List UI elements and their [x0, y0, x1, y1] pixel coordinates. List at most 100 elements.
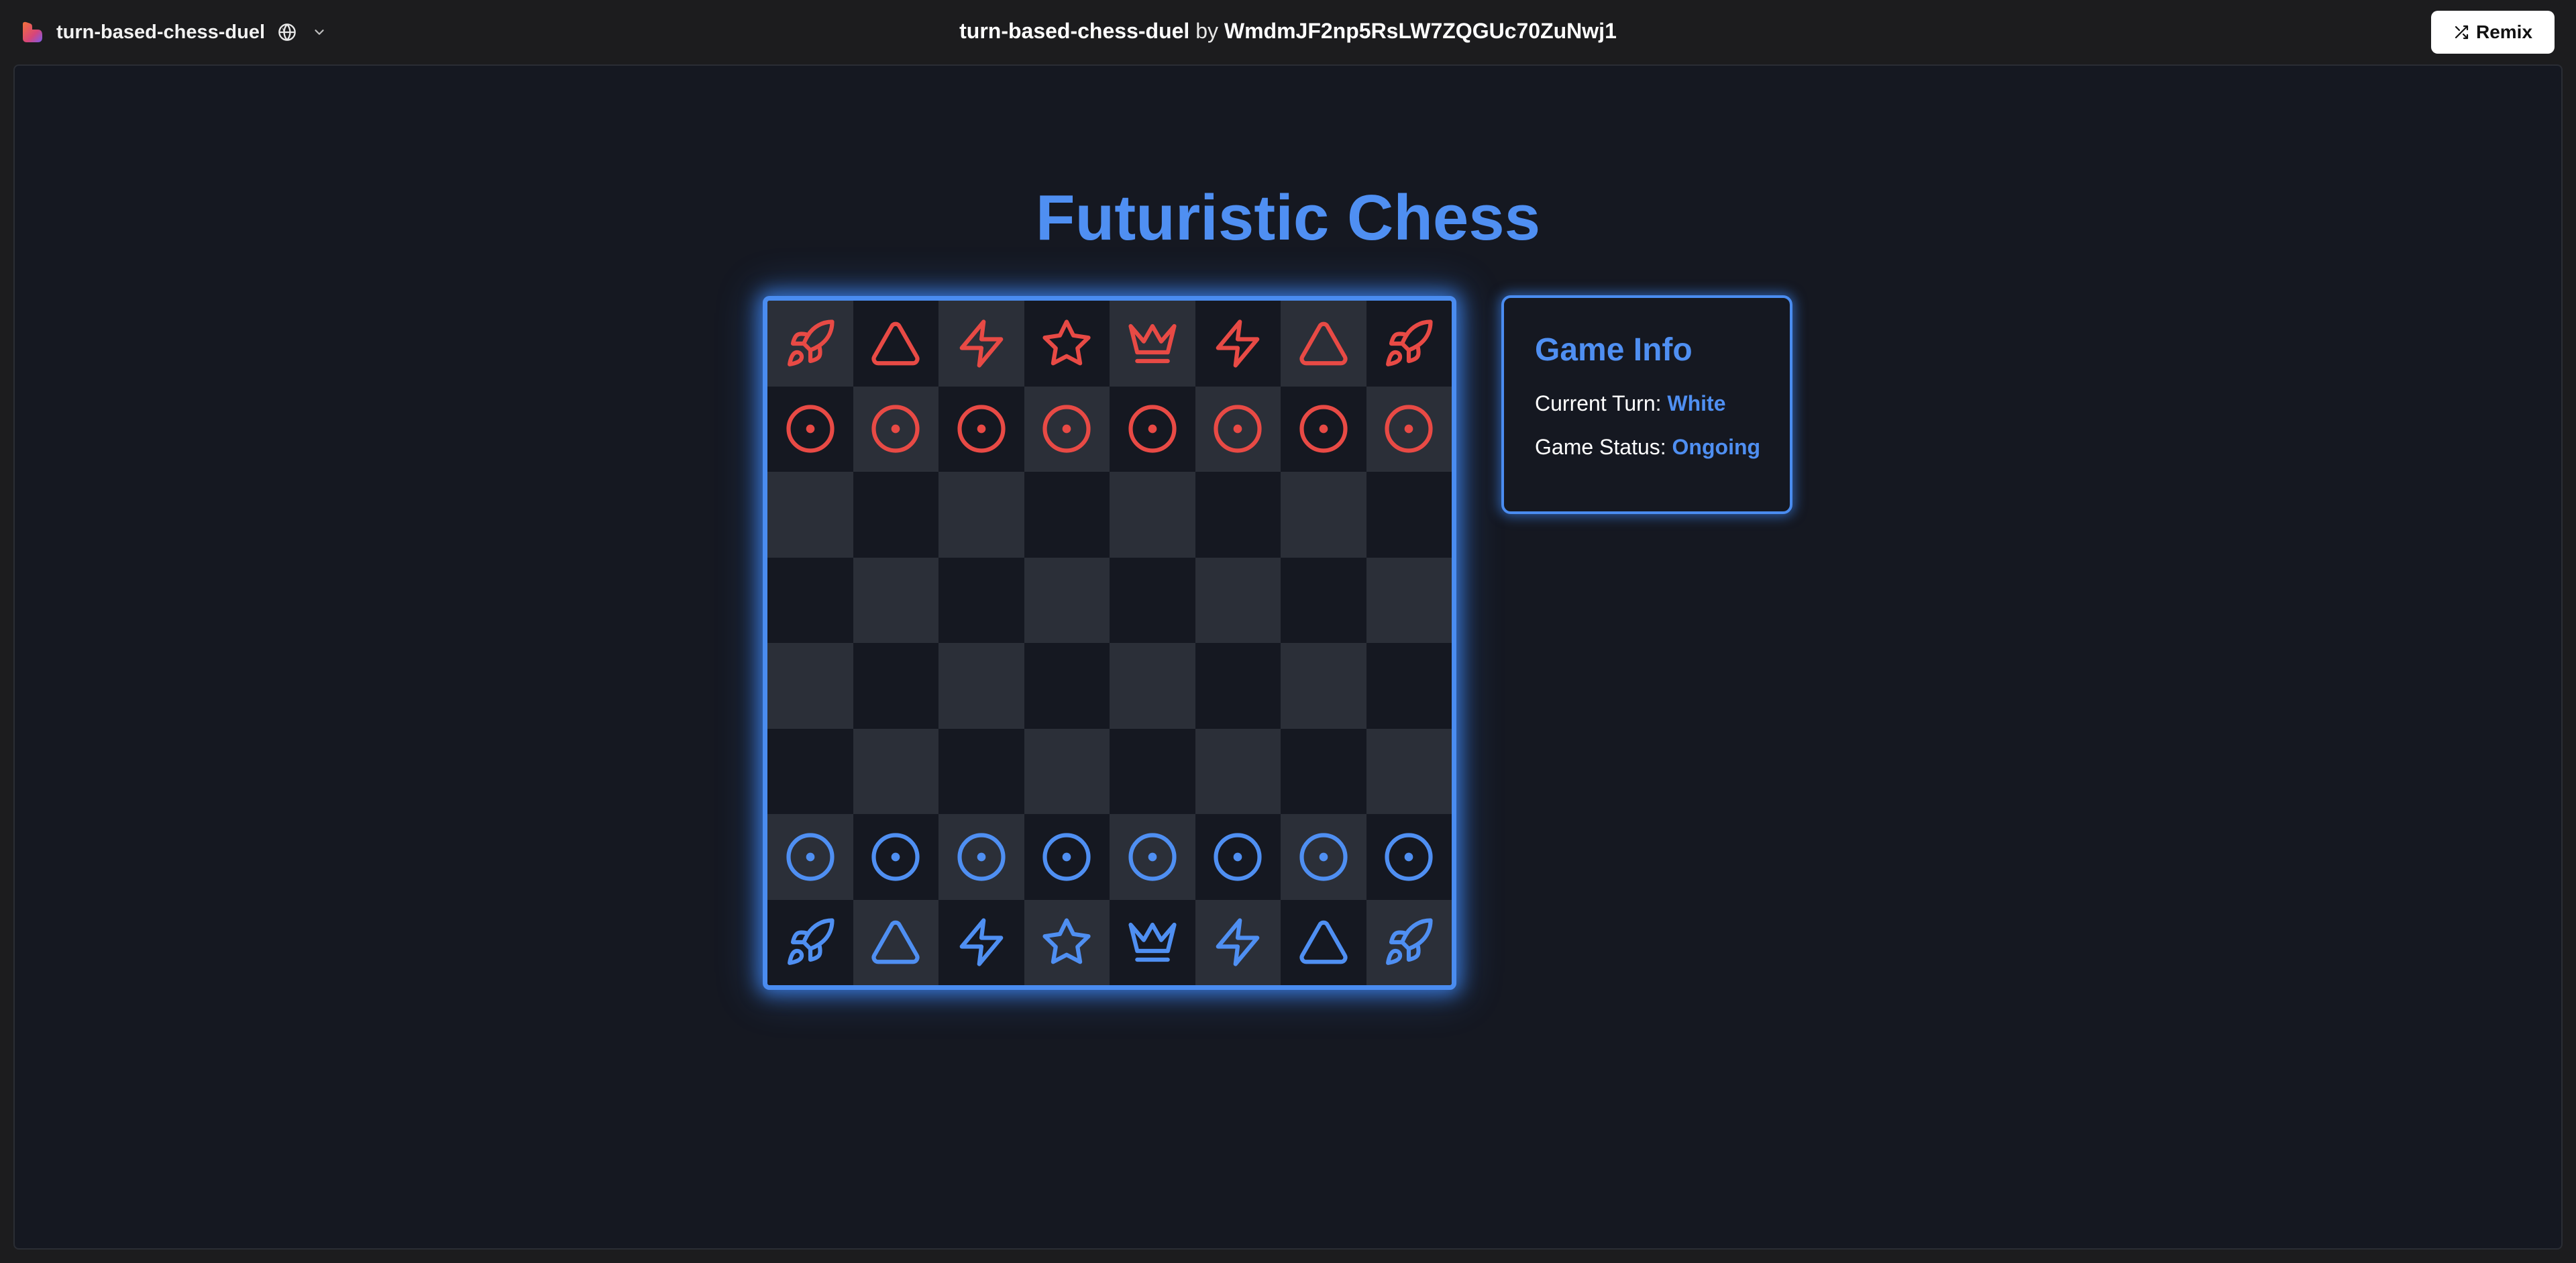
board-square[interactable]	[767, 643, 853, 729]
board-square-zap-red[interactable]	[938, 301, 1024, 387]
pawn-icon	[1214, 405, 1262, 453]
board-square[interactable]	[767, 557, 853, 643]
game-status-label: Game Status:	[1535, 435, 1666, 459]
board-square[interactable]	[767, 472, 853, 558]
board-square-crown-red[interactable]	[1110, 301, 1195, 387]
zap-icon	[1216, 918, 1260, 966]
board-square-pawn-red[interactable]	[1110, 386, 1195, 472]
board-square-pawn-blue[interactable]	[767, 814, 853, 900]
board-square-pawn-blue[interactable]	[1024, 814, 1110, 900]
board-square[interactable]	[1110, 472, 1195, 558]
board-square-pawn-red[interactable]	[853, 386, 938, 472]
board-square-pawn-red[interactable]	[938, 386, 1024, 472]
board-square[interactable]	[853, 557, 938, 643]
triangle-icon	[1299, 321, 1348, 366]
board-square-pawn-red[interactable]	[1366, 386, 1452, 472]
board-square[interactable]	[1281, 643, 1366, 729]
board-square[interactable]	[1110, 643, 1195, 729]
board-square[interactable]	[938, 557, 1024, 643]
board-square-star-red[interactable]	[1024, 301, 1110, 387]
board-square[interactable]	[1366, 728, 1452, 814]
board-square-pawn-red[interactable]	[1195, 386, 1281, 472]
board-square-rocket-red[interactable]	[767, 301, 853, 387]
board-square[interactable]	[938, 472, 1024, 558]
board-square[interactable]	[1024, 728, 1110, 814]
current-turn-value: White	[1667, 391, 1726, 415]
game-info-panel: Game Info Current Turn: White Game Statu…	[1501, 295, 1792, 514]
board-square-triangle-red[interactable]	[1281, 301, 1366, 387]
board-square[interactable]	[1195, 472, 1281, 558]
board-square-pawn-blue[interactable]	[938, 814, 1024, 900]
rocket-icon	[787, 918, 835, 966]
star-icon	[1042, 918, 1091, 964]
pawn-icon	[957, 833, 1006, 881]
board-square-pawn-red[interactable]	[1281, 386, 1366, 472]
board-square[interactable]	[1281, 472, 1366, 558]
board-square-pawn-blue[interactable]	[1366, 814, 1452, 900]
pawn-icon	[871, 833, 920, 881]
board-square-star-blue[interactable]	[1024, 899, 1110, 985]
board-square[interactable]	[938, 643, 1024, 729]
board-square-zap-red[interactable]	[1195, 301, 1281, 387]
board-square-pawn-red[interactable]	[1024, 386, 1110, 472]
shuffle-icon	[2455, 25, 2469, 40]
zap-icon	[1216, 319, 1260, 368]
board-square[interactable]	[1110, 557, 1195, 643]
board-square[interactable]	[1366, 472, 1452, 558]
board-square[interactable]	[1281, 557, 1366, 643]
remix-label: Remix	[2475, 21, 2533, 42]
triangle-icon	[871, 321, 920, 366]
pawn-icon	[1128, 405, 1177, 453]
board-square[interactable]	[1024, 472, 1110, 558]
board-square[interactable]	[767, 728, 853, 814]
pawn-icon	[1042, 405, 1091, 453]
board-square-rocket-red[interactable]	[1366, 301, 1452, 387]
pawn-icon	[1128, 833, 1177, 881]
board-square-pawn-blue[interactable]	[853, 814, 938, 900]
board-square-triangle-red[interactable]	[853, 301, 938, 387]
pawn-icon	[957, 405, 1006, 453]
board-square-zap-blue[interactable]	[1195, 899, 1281, 985]
board-square-rocket-blue[interactable]	[767, 899, 853, 985]
board-square-pawn-red[interactable]	[767, 386, 853, 472]
board-square[interactable]	[853, 472, 938, 558]
pawn-icon	[786, 405, 835, 453]
board-square-zap-blue[interactable]	[938, 899, 1024, 985]
board-square-crown-blue[interactable]	[1110, 899, 1195, 985]
board-square-triangle-blue[interactable]	[1281, 899, 1366, 985]
board-square-pawn-blue[interactable]	[1195, 814, 1281, 900]
rocket-icon	[1386, 918, 1433, 966]
board-square[interactable]	[1195, 643, 1281, 729]
pawn-icon	[1042, 833, 1091, 881]
game-status-row: Game Status: Ongoing	[1535, 435, 1790, 460]
board-square[interactable]	[1366, 557, 1452, 643]
board-square-rocket-blue[interactable]	[1366, 899, 1452, 985]
current-turn-label: Current Turn:	[1535, 391, 1662, 415]
board-square[interactable]	[938, 728, 1024, 814]
board-square[interactable]	[1195, 557, 1281, 643]
pawn-icon	[786, 833, 835, 881]
board-square[interactable]	[1281, 728, 1366, 814]
current-turn-row: Current Turn: White	[1535, 391, 1790, 416]
board-square[interactable]	[853, 643, 938, 729]
page-header-title: turn-based-chess-duel by WmdmJF2np5RsLW7…	[0, 19, 2576, 44]
remix-button[interactable]: Remix	[2431, 11, 2555, 54]
header-by: by	[1195, 19, 1218, 43]
header-project-name: turn-based-chess-duel	[959, 19, 1190, 43]
triangle-icon	[871, 920, 920, 964]
pawn-icon	[871, 405, 920, 453]
board-square-triangle-blue[interactable]	[853, 899, 938, 985]
board-square-pawn-blue[interactable]	[1110, 814, 1195, 900]
board-square[interactable]	[1024, 643, 1110, 729]
board-square-pawn-blue[interactable]	[1281, 814, 1366, 900]
triangle-icon	[1299, 920, 1348, 964]
game-info-heading: Game Info	[1535, 332, 1693, 368]
board-square[interactable]	[1024, 557, 1110, 643]
board-square[interactable]	[1366, 643, 1452, 729]
rocket-icon	[787, 319, 835, 366]
board-square[interactable]	[1110, 728, 1195, 814]
top-bar: turn-based-chess-duel turn-based-chess-d…	[0, 0, 2576, 64]
board-square[interactable]	[1195, 728, 1281, 814]
board-square[interactable]	[853, 728, 938, 814]
chess-board	[763, 296, 1456, 990]
